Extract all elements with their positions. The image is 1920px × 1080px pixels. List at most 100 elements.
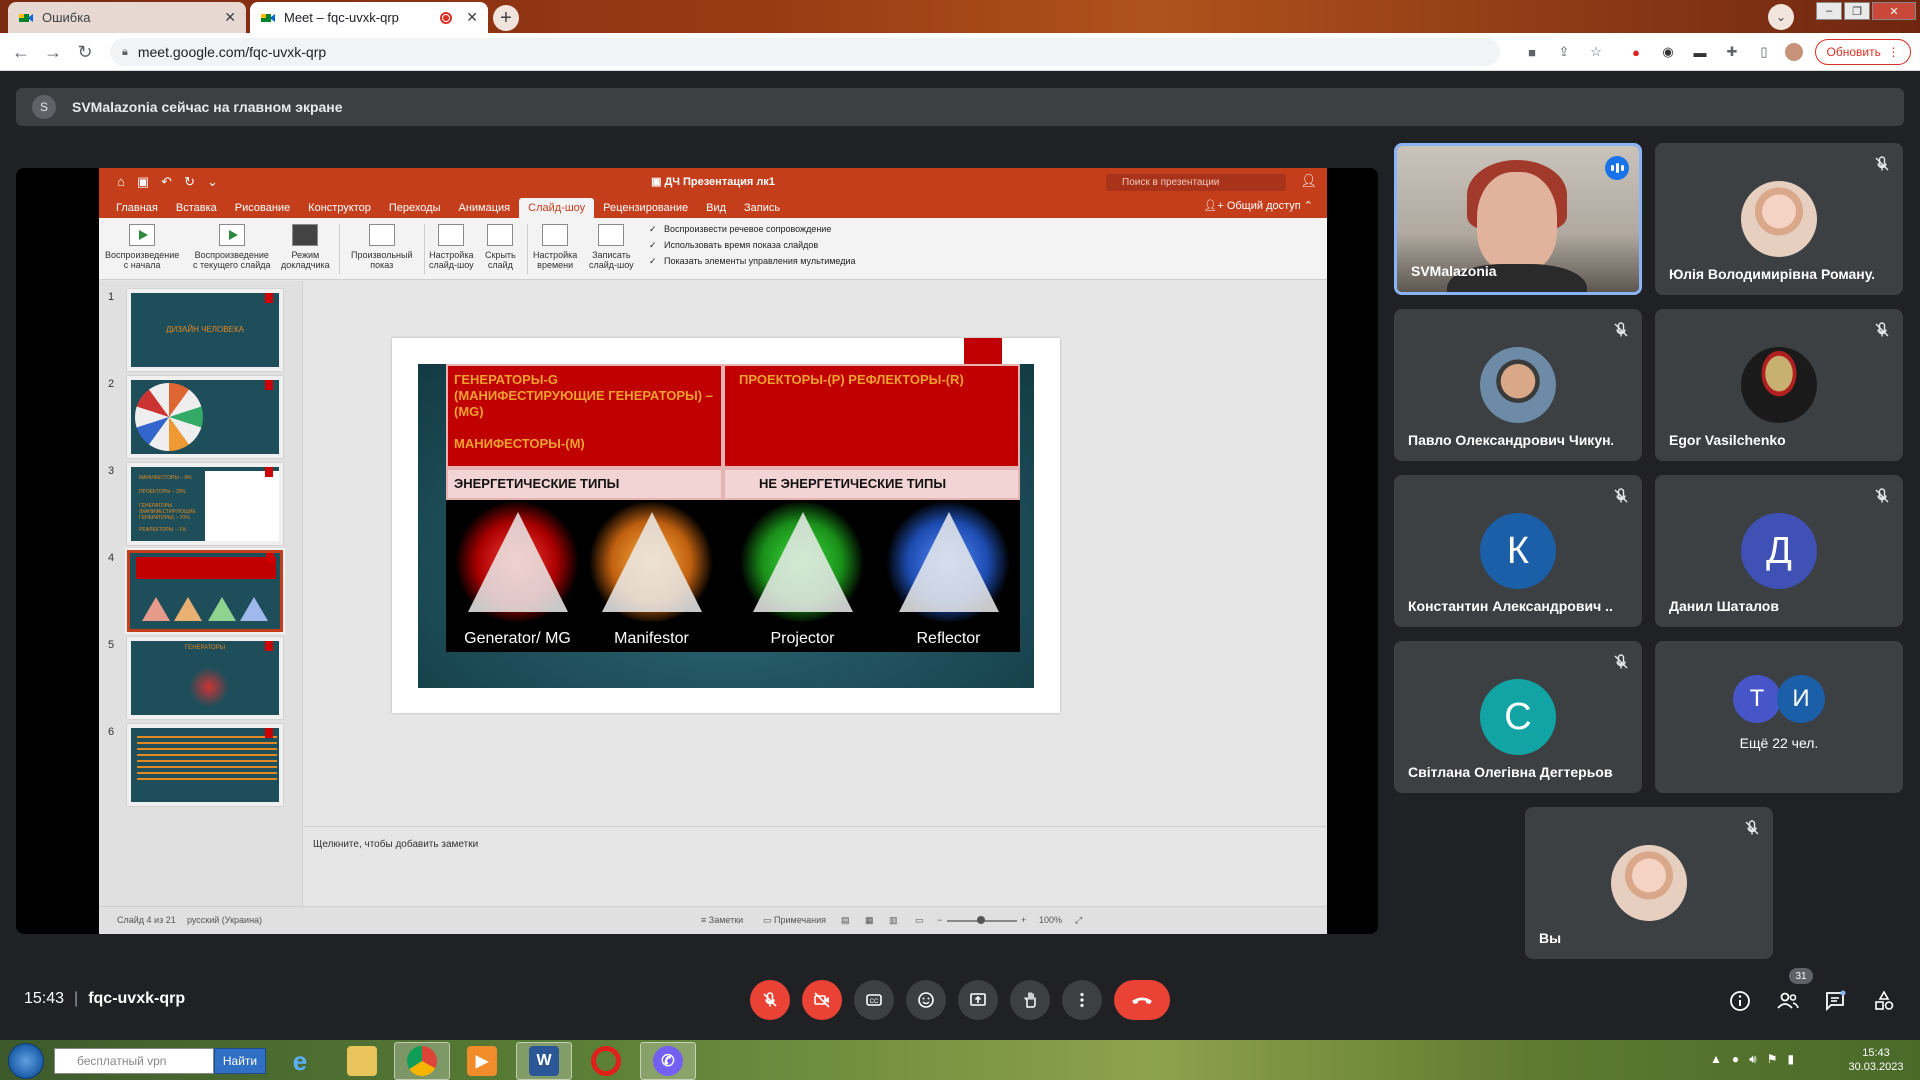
opera-extension-icon[interactable]: ● [1627,43,1645,61]
presenter-view-button[interactable]: Режим докладчика [281,224,330,270]
tab-design[interactable]: Конструктор [299,198,380,218]
slide-thumbnail-1[interactable]: ДИЗАЙН ЧЕЛОВЕКА [127,289,283,371]
tab-slideshow[interactable]: Слайд-шоу [519,198,595,218]
more-participants-tile[interactable]: Т И Ещё 22 чел. [1655,641,1903,793]
taskbar-clock[interactable]: 15:43 30.03.2023 [1836,1046,1916,1074]
checkbox-narrations[interactable]: ✓ Воспроизвести речевое сопровождение [649,224,831,234]
normal-view-icon[interactable]: ▤ [841,915,850,926]
taskbar-search-input[interactable]: бесплатный vpn [54,1048,214,1074]
custom-show-button[interactable]: Произвольный показ [351,224,413,270]
notes-pane[interactable]: Щелкните, чтобы добавить заметки [304,826,1327,906]
checkbox-timings[interactable]: ✓ Использовать время показа слайдов [649,240,818,250]
reading-view-icon[interactable]: ▥ [889,915,898,926]
tab-record[interactable]: Запись [735,198,789,218]
taskbar-search-button[interactable]: Найти [214,1048,266,1074]
profile-avatar[interactable] [1785,43,1803,61]
raise-hand-button[interactable] [1010,980,1050,1020]
zoom-slider-thumb[interactable] [977,916,985,924]
checkbox-media-controls[interactable]: ✓ Показать элементы управления мультимеди… [649,256,856,266]
slideshow-view-icon[interactable]: ▭ [915,915,924,926]
ppt-search-input[interactable]: Поиск в презентации [1106,174,1286,191]
windows-start-icon[interactable] [8,1043,44,1079]
flag-icon[interactable]: ⚑ [1767,1052,1778,1067]
slide-thumbnail-4[interactable] [125,548,285,634]
tab-view[interactable]: Вид [697,198,735,218]
leave-call-button[interactable] [1114,980,1170,1020]
chat-button[interactable] [1822,988,1848,1014]
bookmark-star-icon[interactable]: ☆ [1587,43,1605,61]
comments-toggle[interactable]: ▭ Примечания [763,915,826,926]
tray-app-icon[interactable]: ● [1732,1052,1739,1067]
minimize-icon[interactable]: – [1816,2,1842,20]
tab-animations[interactable]: Анимация [450,198,520,218]
update-button[interactable]: Обновить ⋮ [1815,39,1911,65]
share-page-icon[interactable]: ⇪ [1555,43,1573,61]
present-screen-button[interactable] [958,980,998,1020]
taskbar-word[interactable]: W [516,1042,572,1080]
participant-tile[interactable]: С Світлана Олегівна Дегтерьова [1394,641,1642,793]
tab-search-chevron-icon[interactable]: ⌄ [1768,4,1794,30]
tray-expand-icon[interactable]: ▲ [1710,1052,1722,1067]
slide-editing-canvas[interactable]: ГЕНЕРАТОРЫ-G (МАНИФЕСТИРУЮЩИЕ ГЕНЕРАТОРЫ… [304,281,1327,826]
address-bar[interactable]: 🔒︎ meet.google.com/fqc-uvxk-qrp [110,38,1500,66]
tab-insert[interactable]: Вставка [167,198,226,218]
extension-w-icon[interactable]: ◉ [1659,43,1677,61]
network-icon[interactable]: ▮ [1787,1052,1794,1067]
participant-tile[interactable]: Павло Олександрович Чикун... [1394,309,1642,461]
reload-icon[interactable]: ↻ [74,41,96,63]
self-tile[interactable]: Вы [1525,807,1773,959]
participant-tile[interactable]: К Константин Александрович ... [1394,475,1642,627]
user-icon[interactable]: 👤︎ [1300,173,1317,189]
taskbar-opera[interactable] [578,1042,634,1080]
close-tab-icon[interactable]: ✕ [466,9,478,26]
extension-mask-icon[interactable]: ▬ [1691,43,1709,61]
slide-thumbnail-5[interactable]: ГЕНЕРАТОРЫ [127,637,283,719]
sorter-view-icon[interactable]: ▦ [865,915,874,926]
more-options-button[interactable] [1062,980,1102,1020]
tab-review[interactable]: Рецензирование [594,198,697,218]
back-arrow-icon[interactable]: ← [10,41,32,63]
zoom-level[interactable]: 100% [1039,915,1062,925]
tab-error[interactable]: Ошибка ✕ [8,2,246,33]
language-indicator[interactable]: русский (Украина) [187,915,262,925]
new-tab-button[interactable]: + [493,5,519,31]
hide-slide-button[interactable]: Скрыть слайд [485,224,516,270]
participant-tile[interactable]: Д Данил Шаталов [1655,475,1903,627]
participant-tile[interactable]: Юлія Володимирівна Роману... [1655,143,1903,295]
reactions-button[interactable] [906,980,946,1020]
captions-button[interactable]: CC [854,980,894,1020]
taskbar-ie[interactable]: e [272,1042,328,1080]
screen-share-tile[interactable]: ⌂ ▣ ↶ ↻ ⌄ ▣ ДЧ Презентация лк1 Поиск в п… [16,168,1378,934]
forward-arrow-icon[interactable]: → [42,41,64,63]
slide-thumbnail-6[interactable] [127,724,283,806]
close-tab-icon[interactable]: ✕ [224,9,236,26]
participants-button[interactable] [1775,988,1801,1014]
taskbar-viber[interactable]: ✆ [640,1042,696,1080]
slide-thumbnail-3[interactable]: МАНИФЕСТОРЫ – 9% ПРОЕКТОРЫ – 20% ГЕНЕРАТ… [127,463,283,545]
play-from-current-button[interactable]: Воспроизведение с текущего слайда [193,224,271,270]
record-slideshow-button[interactable]: Записать слайд-шоу [589,224,634,270]
slide-thumbnail-2[interactable] [127,376,283,458]
tab-transitions[interactable]: Переходы [380,198,450,218]
rehearse-timings-button[interactable]: Настройка времени [533,224,577,270]
mic-toggle-button[interactable] [750,980,790,1020]
tab-meet[interactable]: Meet – fqc-uvxk-qrp ✕ [250,2,488,33]
taskbar-media-player[interactable]: ▶ [454,1042,510,1080]
participant-tile[interactable]: Egor Vasilchenko [1655,309,1903,461]
close-window-icon[interactable]: ✕ [1872,2,1916,20]
camera-toggle-button[interactable] [802,980,842,1020]
zoom-in-icon[interactable]: + [1021,915,1026,925]
play-from-start-button[interactable]: Воспроизведение с начала [105,224,179,270]
camera-icon[interactable]: ■ [1523,43,1541,61]
taskbar-chrome[interactable] [394,1042,450,1080]
meeting-details-button[interactable] [1727,988,1753,1014]
tab-draw[interactable]: Рисование [226,198,299,218]
share-button[interactable]: 👤︎+ Общий доступ ⌃ [1203,199,1313,212]
sidebar-panel-icon[interactable]: ▯ [1755,43,1773,61]
activities-button[interactable] [1871,988,1897,1014]
current-slide[interactable]: ГЕНЕРАТОРЫ-G (МАНИФЕСТИРУЮЩИЕ ГЕНЕРАТОРЫ… [392,338,1060,713]
setup-slideshow-button[interactable]: Настройка слайд-шоу [429,224,474,270]
taskbar-explorer[interactable] [334,1042,390,1080]
participant-tile-svmalazonia[interactable]: SVMalazonia [1394,143,1642,295]
fit-slide-icon[interactable]: ⤢ [1075,915,1082,926]
